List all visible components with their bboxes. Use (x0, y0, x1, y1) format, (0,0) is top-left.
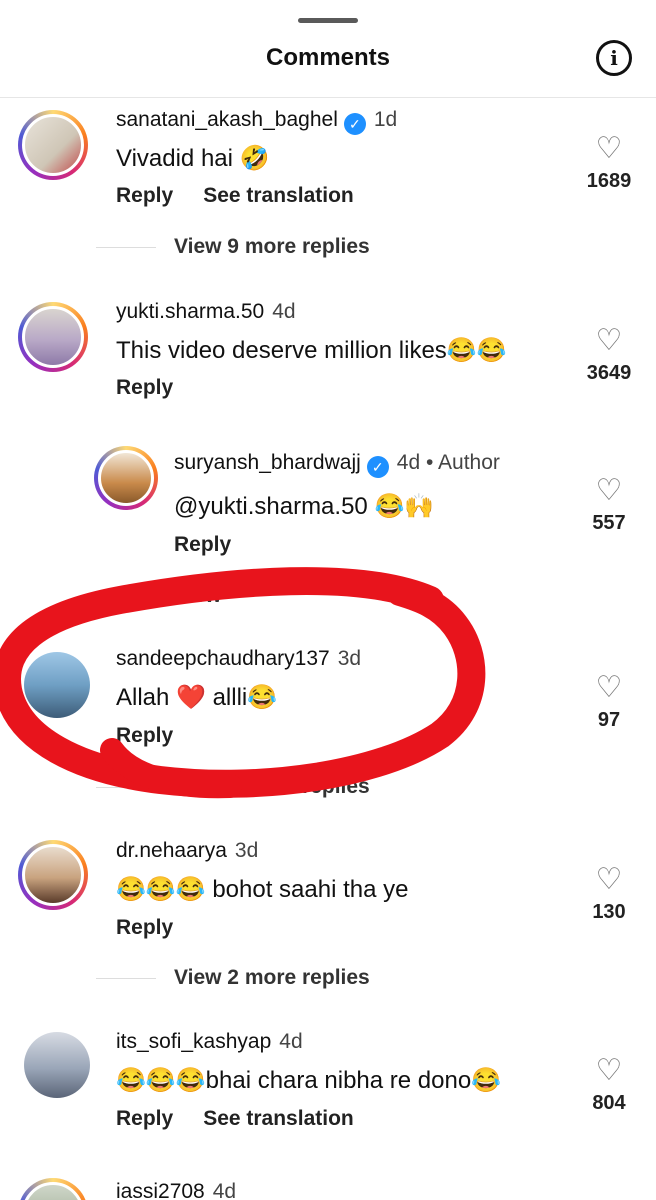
avatar[interactable] (18, 1178, 88, 1200)
reply-button[interactable]: Reply (116, 724, 173, 747)
comment-header: dr.nehaarya 3d (116, 839, 258, 863)
view-more-replies[interactable]: View 2 more replies (96, 775, 370, 799)
see-translation-button[interactable]: See translation (203, 184, 354, 207)
header-divider (0, 97, 656, 98)
view-more-label: View 2 more replies (174, 775, 370, 798)
heart-icon[interactable]: ♡ (584, 673, 634, 703)
timestamp: 4d (212, 1180, 237, 1200)
see-translation-button[interactable]: See translation (203, 1107, 354, 1130)
like-control: ♡ 804 (584, 1056, 634, 1115)
comment-header: sanatani_akash_baghel ✓ 1d (116, 108, 397, 135)
reply-button[interactable]: Reply (174, 533, 231, 556)
view-more-replies[interactable]: View (96, 584, 221, 608)
like-count: 557 (592, 512, 626, 534)
reply-button[interactable]: Reply (116, 916, 173, 939)
comments-sheet: Comments i sanatani_akash_baghel ✓ 1d Viva… (0, 0, 656, 1200)
like-control: ♡ 97 (584, 673, 634, 732)
comment-header: sandeepchaudhary137 3d (116, 647, 361, 671)
username[interactable]: yukti.sharma.50 (116, 300, 264, 323)
username[interactable]: its_sofi_kashyap (116, 1030, 271, 1053)
comment-header: its_sofi_kashyap 4d (116, 1030, 303, 1054)
author-label: • Author (425, 451, 500, 474)
comment-actions: Reply See translation (116, 1107, 354, 1131)
heart-icon[interactable]: ♡ (584, 134, 634, 164)
like-count: 130 (592, 901, 626, 923)
timestamp: 4d (279, 1030, 303, 1053)
comment-text: Allah ❤️ allli😂 (116, 684, 278, 711)
view-more-label: View 2 more replies (174, 966, 370, 989)
heart-icon[interactable]: ♡ (584, 476, 634, 506)
comment-text: @yukti.sharma.50 😂🙌 (174, 493, 435, 520)
username[interactable]: sanatani_akash_baghel (116, 108, 338, 131)
comment-header: iassi2708 4d (116, 1180, 236, 1200)
timestamp: 1d (373, 108, 398, 131)
replies-divider (96, 595, 156, 597)
replies-divider (96, 786, 156, 788)
replies-divider (96, 246, 156, 248)
avatar[interactable] (18, 302, 88, 372)
timestamp: 3d (337, 647, 362, 670)
verified-badge-icon: ✓ (343, 113, 366, 135)
replies-divider (96, 977, 156, 979)
timestamp: 3d (234, 839, 259, 862)
page-title: Comments (265, 44, 391, 71)
comment-actions: Reply (174, 533, 231, 557)
like-control: ♡ 130 (584, 865, 634, 924)
comment-actions: Reply (116, 724, 173, 748)
comment-header: suryansh_bhardwajj ✓ 4d • Author (174, 451, 500, 478)
comment-text: 😂😂😂 bohot saahi tha ye (116, 876, 409, 903)
like-count: 3649 (586, 362, 632, 384)
view-more-label: View (174, 584, 222, 607)
reply-button[interactable]: Reply (116, 184, 173, 207)
comment-text: Vivadid hai 🤣 (116, 145, 270, 172)
like-count: 804 (592, 1092, 626, 1114)
avatar[interactable] (94, 446, 158, 510)
like-control: ♡ 1689 (584, 134, 634, 193)
username[interactable]: sandeepchaudhary137 (116, 647, 330, 670)
like-count: 1689 (586, 170, 632, 192)
like-count: 97 (597, 709, 621, 731)
view-more-label: View 9 more replies (174, 235, 370, 258)
timestamp: 4d (272, 300, 296, 323)
comment-actions: Reply (116, 916, 173, 940)
info-icon[interactable]: i (596, 40, 632, 76)
avatar[interactable] (24, 652, 90, 718)
heart-icon[interactable]: ♡ (584, 1056, 634, 1086)
avatar[interactable] (18, 840, 88, 910)
comment-text: This video deserve million likes😂😂 (116, 337, 507, 364)
reply-button[interactable]: Reply (116, 1107, 173, 1130)
drag-handle[interactable] (298, 18, 358, 23)
username[interactable]: dr.nehaarya (116, 839, 227, 862)
username[interactable]: suryansh_bhardwajj (174, 451, 361, 474)
avatar[interactable] (24, 1032, 90, 1098)
comment-text: 😂😂😂bhai chara nibha re dono😂 (116, 1067, 502, 1094)
like-control: ♡ 3649 (584, 326, 634, 385)
heart-icon[interactable]: ♡ (584, 326, 634, 356)
reply-button[interactable]: Reply (116, 376, 173, 399)
view-more-replies[interactable]: View 2 more replies (96, 966, 370, 990)
verified-badge-icon: ✓ (366, 456, 389, 478)
like-control: ♡ 557 (584, 476, 634, 535)
avatar[interactable] (18, 110, 88, 180)
view-more-replies[interactable]: View 9 more replies (96, 235, 370, 259)
heart-icon[interactable]: ♡ (584, 865, 634, 895)
comment-header: yukti.sharma.50 4d (116, 300, 296, 324)
username[interactable]: iassi2708 (116, 1180, 205, 1200)
comment-actions: Reply See translation (116, 184, 354, 208)
comment-actions: Reply (116, 376, 173, 400)
timestamp: 4d (396, 451, 421, 474)
